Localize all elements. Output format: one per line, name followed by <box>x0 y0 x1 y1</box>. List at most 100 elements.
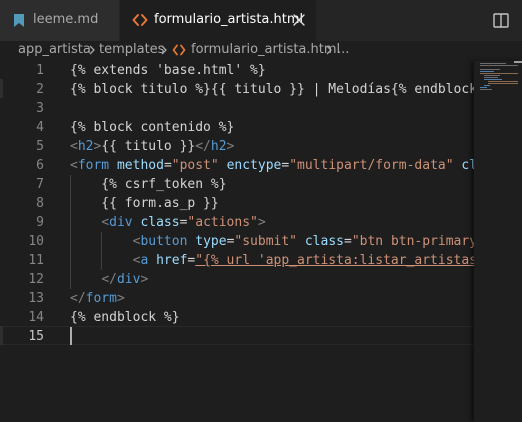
breadcrumb-item-symbols[interactable]: ... <box>337 42 349 57</box>
code-token: "actions" <box>187 215 258 230</box>
code-line: 2 {% block titulo %}{{ titulo }} | Melodí… <box>0 80 474 99</box>
code-line: 5 <h2>{{ titulo }}</h2> <box>0 137 474 156</box>
line-number: 13 <box>28 291 44 306</box>
code-text: <a href="{% url 'app_artista:listar_arti… <box>70 251 474 270</box>
code-editor-window: leeme.md formulario_artista.html app_art… <box>0 0 522 422</box>
code-token: enctype <box>226 158 282 173</box>
code-token: = <box>343 234 352 249</box>
minimap-line <box>484 79 502 80</box>
code-token: < <box>101 215 110 230</box>
code-token: = <box>281 158 290 173</box>
minimap-line <box>480 69 500 70</box>
code-token: {{ titulo }} <box>101 139 196 154</box>
code-token: </ <box>195 139 211 154</box>
tab-bar: leeme.md formulario_artista.html <box>0 0 522 41</box>
line-number: 6 <box>36 158 44 173</box>
code-token: </ <box>101 272 117 287</box>
breadcrumb: app_artista templates formulario_artista… <box>0 41 522 61</box>
code-token: "submit" <box>234 234 298 249</box>
minimap-line <box>484 77 498 78</box>
code-token: > <box>257 215 266 230</box>
code-text: </form> <box>70 289 125 308</box>
code-token: {% block contenido %} <box>70 120 235 135</box>
code-line: 8 {{ form.as_p }} <box>0 194 474 213</box>
breadcrumb-item-file[interactable]: formulario_artista.html <box>191 42 340 57</box>
line-number: 12 <box>28 272 44 287</box>
code-line: 12 </div> <box>0 270 474 289</box>
code-line: 7 {% csrf_token %} <box>0 175 474 194</box>
line-number: 3 <box>36 101 44 116</box>
code-token: class <box>140 215 180 230</box>
breadcrumb-item-templates[interactable]: templates <box>99 42 164 57</box>
code-token: "multipart/form-data" <box>289 158 454 173</box>
html-file-icon <box>172 44 186 56</box>
code-line: 14 {% endblock %} <box>0 308 474 327</box>
chevron-right-icon <box>161 45 167 55</box>
scrollbar-cursor-marker <box>514 61 522 63</box>
text-cursor <box>70 327 72 345</box>
code-text: </div> <box>70 270 148 289</box>
code-token: > <box>226 139 235 154</box>
code-text: <div class="actions"> <box>70 213 266 232</box>
code-token: href <box>156 253 188 268</box>
code-token: </ <box>70 291 86 306</box>
line-number: 15 <box>28 329 44 344</box>
minimap-line <box>484 75 500 76</box>
code-token: = <box>163 158 172 173</box>
chevron-right-icon <box>89 45 95 55</box>
line-number: 1 <box>36 63 44 78</box>
breadcrumb-item-app-artista[interactable]: app_artista <box>18 42 91 57</box>
code-text: {% extends 'base.html' %} <box>70 61 266 80</box>
code-token: form <box>77 158 110 173</box>
code-token: < <box>70 158 78 173</box>
code-token: class <box>461 158 474 173</box>
code-line: 4 {% block contenido %} <box>0 118 474 137</box>
code-text: {% block contenido %} <box>70 118 234 137</box>
line-number: 9 <box>36 215 44 230</box>
code-editor[interactable]: 1 {% extends 'base.html' %} 2 {% block titu… <box>0 61 474 422</box>
code-token: "post" <box>171 158 219 173</box>
code-token: {% endblock %} <box>70 310 180 325</box>
code-token: > <box>140 272 149 287</box>
code-token: {% extends 'base.html' %} <box>70 63 266 78</box>
code-token: div <box>116 272 141 287</box>
code-token: {% block titulo %}{{ titulo }} | Melodía… <box>70 82 474 97</box>
code-token: div <box>109 215 133 230</box>
minimap-line <box>480 63 506 64</box>
minimap-line <box>484 85 490 86</box>
vertical-scrollbar[interactable] <box>508 61 522 422</box>
line-number: 2 <box>36 82 44 97</box>
tab-label: leeme.md <box>33 12 99 27</box>
code-line: 1 {% extends 'base.html' %} <box>0 61 474 80</box>
code-token: {% csrf_token %} <box>70 177 227 192</box>
code-token: < <box>70 139 78 154</box>
code-token: method <box>116 158 164 173</box>
code-line: 11 <a href="{% url 'app_artista:listar_a… <box>0 251 474 270</box>
minimap-line <box>480 71 494 72</box>
code-text: {% endblock %} <box>70 308 180 327</box>
code-line: 3 <box>0 99 474 118</box>
code-token: h2 <box>210 139 227 154</box>
html-file-icon <box>132 14 148 26</box>
line-number: 4 <box>36 120 44 135</box>
code-text: <button type="submit" class="btn btn-pri… <box>70 232 474 251</box>
code-token: form <box>85 291 117 306</box>
tab-formulario-artista-html[interactable]: formulario_artista.html <box>120 0 316 41</box>
code-text: {{ form.as_p }} <box>70 194 219 213</box>
minimap-line <box>480 89 492 90</box>
code-token: "{% url 'app_artista:listar_artistas' %}… <box>195 253 474 268</box>
code-text: <form method="post" enctype="multipart/f… <box>70 156 474 175</box>
line-number: 7 <box>36 177 44 192</box>
close-icon[interactable] <box>292 13 306 27</box>
split-editor-icon[interactable] <box>493 13 509 28</box>
code-line: 9 <div class="actions"> <box>0 213 474 232</box>
code-token: {{ form.as_p }} <box>70 196 219 211</box>
code-line: 6 <form method="post" enctype="multipart/… <box>0 156 474 175</box>
tab-leeme-md[interactable]: leeme.md <box>0 0 120 41</box>
